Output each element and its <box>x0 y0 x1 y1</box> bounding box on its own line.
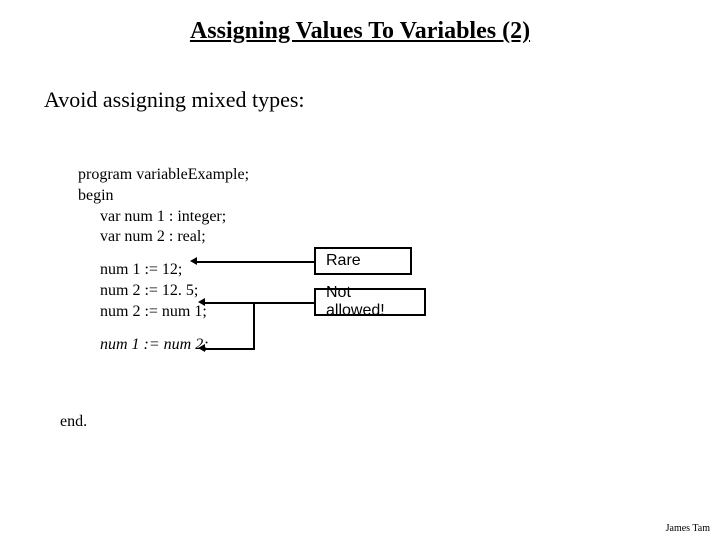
code-line-invalid: num 1 := num 2; <box>78 335 249 356</box>
slide-title: Assigning Values To Variables (2) <box>0 0 720 45</box>
code-line-assign3: num 2 := num 1; <box>78 302 249 323</box>
code-line-assign2: num 2 := 12. 5; <box>78 281 249 302</box>
code-line: begin <box>78 186 249 207</box>
code-line: var num 2 : real; <box>78 227 249 248</box>
slide-subtitle: Avoid assigning mixed types: <box>0 45 720 113</box>
code-line: program variableExample; <box>78 165 249 186</box>
code-end: end. <box>60 413 87 431</box>
connector-line <box>205 302 314 304</box>
annotation-rare: Rare <box>314 247 412 275</box>
connector-line <box>253 316 255 350</box>
arrowhead-icon <box>198 298 205 306</box>
connector-line <box>205 348 255 350</box>
arrowhead-icon <box>198 344 205 352</box>
code-line: var num 1 : integer; <box>78 207 249 228</box>
annotation-not-allowed: Not allowed! <box>314 288 426 316</box>
connector-line <box>197 261 314 263</box>
footer-author: James Tam <box>666 523 710 534</box>
code-line-assign1: num 1 := 12; <box>78 260 249 281</box>
arrowhead-icon <box>190 257 197 265</box>
connector-line <box>253 302 255 316</box>
